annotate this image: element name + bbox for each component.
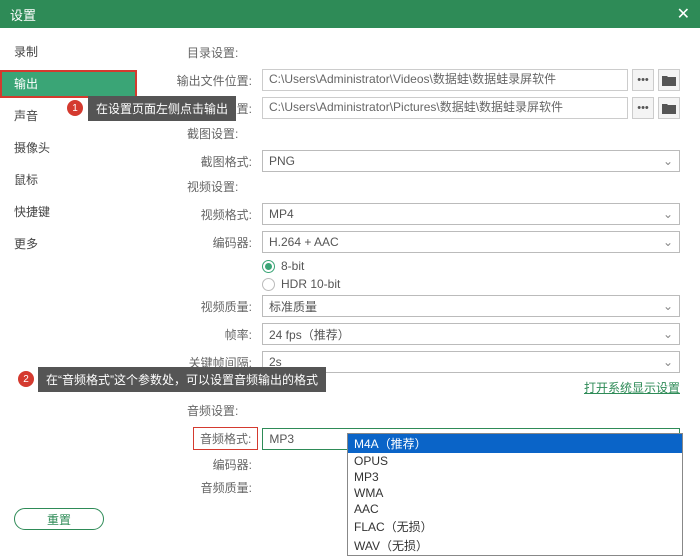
chevron-down-icon: ⌄ <box>663 299 673 313</box>
chevron-down-icon: ⌄ <box>663 327 673 341</box>
section-dir: 目录设置: <box>187 44 680 61</box>
chevron-down-icon: ⌄ <box>663 235 673 249</box>
sidebar-item-more[interactable]: 更多 <box>0 230 137 258</box>
radio-8bit[interactable] <box>262 260 275 273</box>
callout-text-2: 在“音频格式”这个参数处，可以设置音频输出的格式 <box>38 367 326 392</box>
fps-value: 24 fps（推荐） <box>269 326 350 343</box>
label-fps: 帧率: <box>147 326 262 343</box>
label-audio-quality: 音频质量: <box>147 479 262 496</box>
video-quality-value: 标准质量 <box>269 298 317 315</box>
audio-format-dropdown[interactable]: M4A（推荐） OPUS MP3 WMA AAC FLAC（无损） WAV（无损… <box>347 433 683 556</box>
dropdown-option[interactable]: WAV（无损） <box>348 536 682 555</box>
sidebar-item-camera[interactable]: 摄像头 <box>0 134 137 162</box>
radio-8bit-label: 8-bit <box>281 259 304 273</box>
video-format-select[interactable]: MP4 ⌄ <box>262 203 680 225</box>
encoder-value: H.264 + AAC <box>269 235 339 249</box>
callout-text-1: 在设置页面左侧点击输出 <box>88 96 236 121</box>
dropdown-option[interactable]: WMA <box>348 485 682 501</box>
label-video-format: 视频格式: <box>147 206 262 223</box>
section-video: 视频设置: <box>187 178 680 195</box>
label-audio-format: 音频格式: <box>193 427 258 450</box>
dropdown-option[interactable]: AAC <box>348 501 682 517</box>
encoder-select[interactable]: H.264 + AAC ⌄ <box>262 231 680 253</box>
callout-badge-2: 2 <box>18 371 34 387</box>
dropdown-option[interactable]: FLAC（无损） <box>348 517 682 536</box>
output-path-input[interactable]: C:\Users\Administrator\Videos\数据蛙\数据蛙录屏软… <box>262 69 628 91</box>
dropdown-option[interactable]: M4A（推荐） <box>348 434 682 453</box>
close-icon[interactable]: ✕ <box>677 4 690 24</box>
video-quality-select[interactable]: 标准质量 ⌄ <box>262 295 680 317</box>
label-screenshot-format: 截图格式: <box>147 153 262 170</box>
label-output-path: 输出文件位置: <box>147 72 262 89</box>
window-title: 设置 <box>10 5 36 24</box>
video-format-value: MP4 <box>269 207 294 221</box>
sidebar-item-record[interactable]: 录制 <box>0 38 137 66</box>
chevron-down-icon: ⌄ <box>663 154 673 168</box>
fps-select[interactable]: 24 fps（推荐） ⌄ <box>262 323 680 345</box>
label-audio-encoder: 编码器: <box>147 456 262 473</box>
open-output-folder-icon[interactable] <box>658 69 680 91</box>
browse-screenshot-button[interactable]: ••• <box>632 97 654 119</box>
chevron-down-icon: ⌄ <box>663 355 673 369</box>
audio-format-value: MP3 <box>269 432 294 446</box>
callout-badge-1: 1 <box>67 100 83 116</box>
open-screenshot-folder-icon[interactable] <box>658 97 680 119</box>
titlebar: 设置 ✕ <box>0 0 700 28</box>
label-encoder: 编码器: <box>147 234 262 251</box>
screenshot-format-value: PNG <box>269 154 295 168</box>
browse-output-button[interactable]: ••• <box>632 69 654 91</box>
radio-hdr10-label: HDR 10-bit <box>281 277 340 291</box>
label-video-quality: 视频质量: <box>147 298 262 315</box>
sidebar-item-hotkeys[interactable]: 快捷键 <box>0 198 137 226</box>
chevron-down-icon: ⌄ <box>663 207 673 221</box>
radio-8bit-row[interactable]: 8-bit <box>262 259 680 273</box>
dropdown-option[interactable]: MP3 <box>348 469 682 485</box>
sidebar-item-output[interactable]: 输出 <box>0 70 137 98</box>
section-audio: 音频设置: <box>187 402 680 419</box>
reset-button[interactable]: 重置 <box>14 508 104 530</box>
sidebar-item-mouse[interactable]: 鼠标 <box>0 166 137 194</box>
screenshot-path-input[interactable]: C:\Users\Administrator\Pictures\数据蛙\数据蛙录… <box>262 97 628 119</box>
radio-hdr10[interactable] <box>262 278 275 291</box>
section-screenshot: 截图设置: <box>187 125 680 142</box>
screenshot-format-select[interactable]: PNG ⌄ <box>262 150 680 172</box>
radio-hdr10-row[interactable]: HDR 10-bit <box>262 277 680 291</box>
dropdown-option[interactable]: OPUS <box>348 453 682 469</box>
